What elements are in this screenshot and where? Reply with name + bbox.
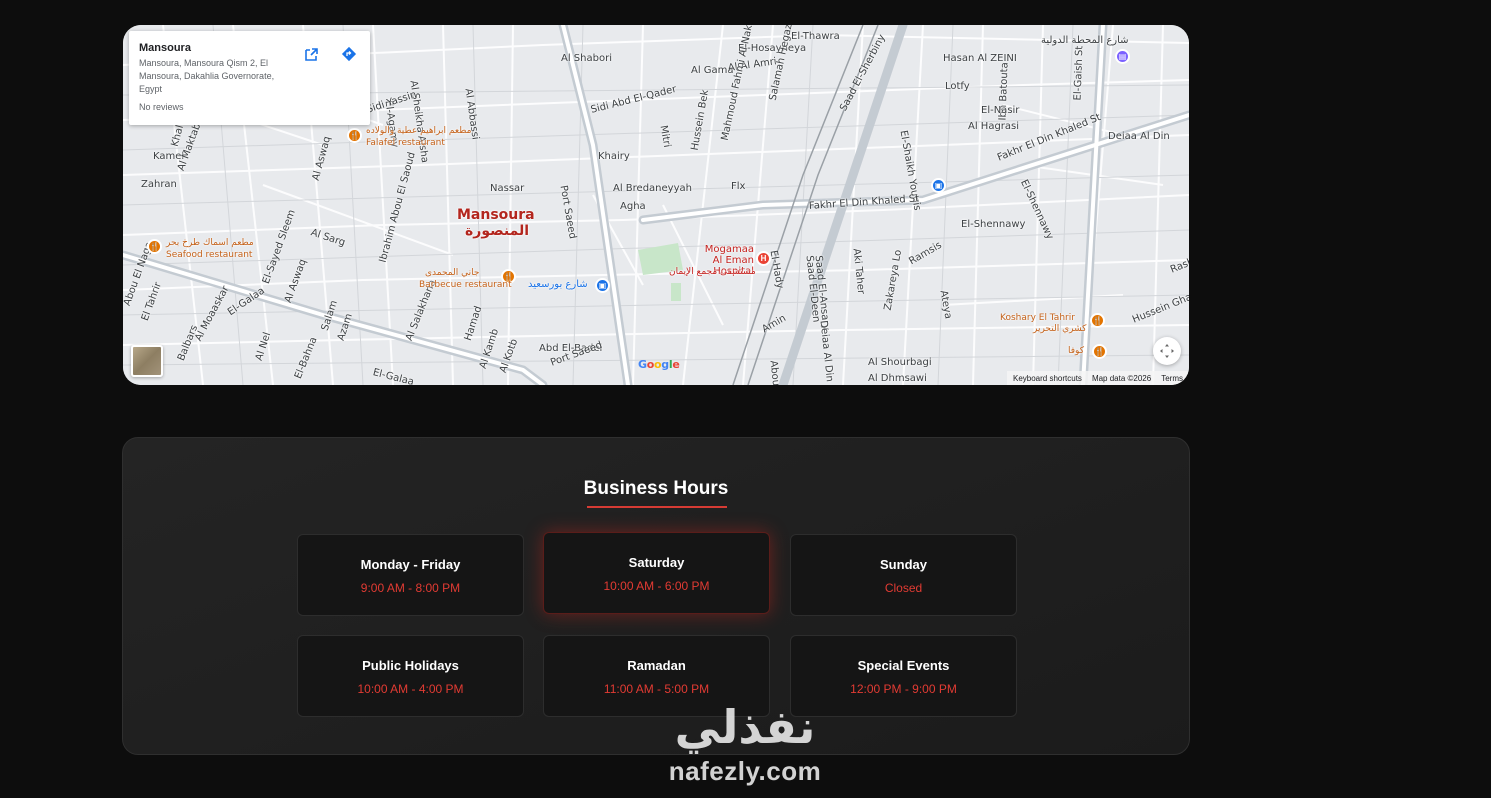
transit-pin-icon[interactable]: ▣ [931, 178, 946, 193]
poi-type: Falafel restaurant [366, 138, 445, 148]
business-hours-title: Business Hours [583, 478, 729, 499]
hours-day: Public Holidays [362, 658, 459, 673]
hours-day: Special Events [857, 658, 950, 673]
satellite-toggle[interactable] [131, 345, 163, 377]
hours-time: 10:00 AM - 4:00 PM [357, 682, 464, 696]
watermark-arabic: نفذلي [674, 700, 816, 754]
hours-day: Saturday [628, 555, 685, 570]
street-label: Al Bredaneyyah [613, 183, 692, 194]
city-label: Mansoura [457, 207, 535, 223]
hours-card-public-holidays: Public Holidays 10:00 AM - 4:00 PM [297, 635, 524, 717]
poi-type: كشري التحرير [1033, 324, 1087, 334]
place-pin-icon[interactable]: ▤ [1115, 49, 1130, 64]
street-label: Flx [731, 181, 746, 192]
place-reviews: No reviews [139, 102, 184, 112]
street-label: El-Thawra [791, 31, 840, 42]
hours-day: Ramadan [627, 658, 686, 673]
street-label: Al Hagrasi [968, 121, 1020, 132]
street-label: El-Shennawy [961, 219, 1026, 230]
hours-card-sunday: Sunday Closed [790, 534, 1017, 616]
street-label: El-Nasir [981, 105, 1020, 116]
hours-card-saturday: Saturday 10:00 AM - 6:00 PM [543, 532, 770, 614]
hospital-pin-icon[interactable]: H [756, 251, 771, 266]
open-in-new-icon[interactable] [302, 45, 320, 63]
street-label: Nassar [490, 183, 525, 194]
nafezly-watermark: نفذلي nafezly.com [655, 700, 835, 798]
map-data-text: Map data ©2026 [1091, 373, 1152, 383]
fullscreen-icon[interactable] [1153, 337, 1181, 365]
street-label: Lotfy [945, 81, 970, 92]
directions-icon[interactable] [340, 45, 358, 63]
street-label: El-Gaish St [1072, 45, 1086, 101]
hours-day: Monday - Friday [360, 557, 461, 572]
map-attribution: Keyboard shortcuts Map data ©2026 Terms [1007, 371, 1189, 385]
restaurant-pin-icon[interactable]: 🍴 [147, 239, 162, 254]
restaurant-pin-icon[interactable]: 🍴 [347, 128, 362, 143]
street-label: Deiaa Al Din [1108, 131, 1170, 142]
terms-link[interactable]: Terms [1161, 374, 1183, 383]
street-label: Al Dhmsawi [868, 373, 927, 384]
keyboard-shortcuts-link[interactable]: Keyboard shortcuts [1013, 374, 1082, 383]
poi-type: Barbecue restaurant [419, 280, 512, 290]
hours-time: 10:00 AM - 6:00 PM [603, 579, 710, 593]
restaurant-pin-icon[interactable]: 🍴 [1092, 344, 1107, 359]
transit-pin-icon[interactable]: ▣ [595, 278, 610, 293]
poi-name[interactable]: جاني المحمدى [425, 268, 479, 278]
street-label: Zahran [141, 179, 177, 190]
hours-time: 12:00 PM - 9:00 PM [850, 682, 957, 696]
hours-time: 9:00 AM - 8:00 PM [360, 581, 461, 595]
poi-name[interactable]: مطعم ابراهيم عطية والولاده [366, 126, 471, 136]
hours-card-weekdays: Monday - Friday 9:00 AM - 8:00 PM [297, 534, 524, 616]
street-label: Agha [620, 201, 646, 212]
place-address: Mansoura, Mansoura Qism 2, El Mansoura, … [139, 58, 275, 94]
google-logo: Google [638, 358, 680, 371]
poi-name[interactable]: Koshary El Tahrir [1000, 313, 1075, 323]
hours-time: Closed [884, 581, 923, 595]
city-label-arabic: المنصورة [465, 223, 530, 239]
watermark-latin: nafezly.com [668, 756, 822, 786]
hours-time: 11:00 AM - 5:00 PM [603, 682, 710, 696]
title-underline [587, 506, 727, 508]
street-label: Al Shabori [561, 53, 612, 64]
hospital-name-arabic: مستشفى مجمع الإيمان [669, 267, 756, 277]
poi-name[interactable]: كوفا [1068, 346, 1084, 356]
hours-day: Sunday [880, 557, 927, 572]
map-embed[interactable]: Al Shabori Al Gama Al Al Amri El-Hosayne… [123, 25, 1189, 385]
street-label: شارع المحطة الدولية [1041, 35, 1129, 46]
poi-name[interactable]: شارع بورسعيد [528, 279, 588, 290]
street-label: Al Shourbagi [868, 357, 932, 368]
poi-type: Seafood restaurant [166, 250, 253, 260]
restaurant-pin-icon[interactable]: 🍴 [1090, 313, 1105, 328]
street-label: Khairy [598, 151, 630, 162]
poi-name[interactable]: مطعم اسماك طرخ بحر [166, 238, 254, 248]
place-info-card: Mansoura Mansoura, Mansoura Qism 2, El M… [129, 31, 370, 125]
